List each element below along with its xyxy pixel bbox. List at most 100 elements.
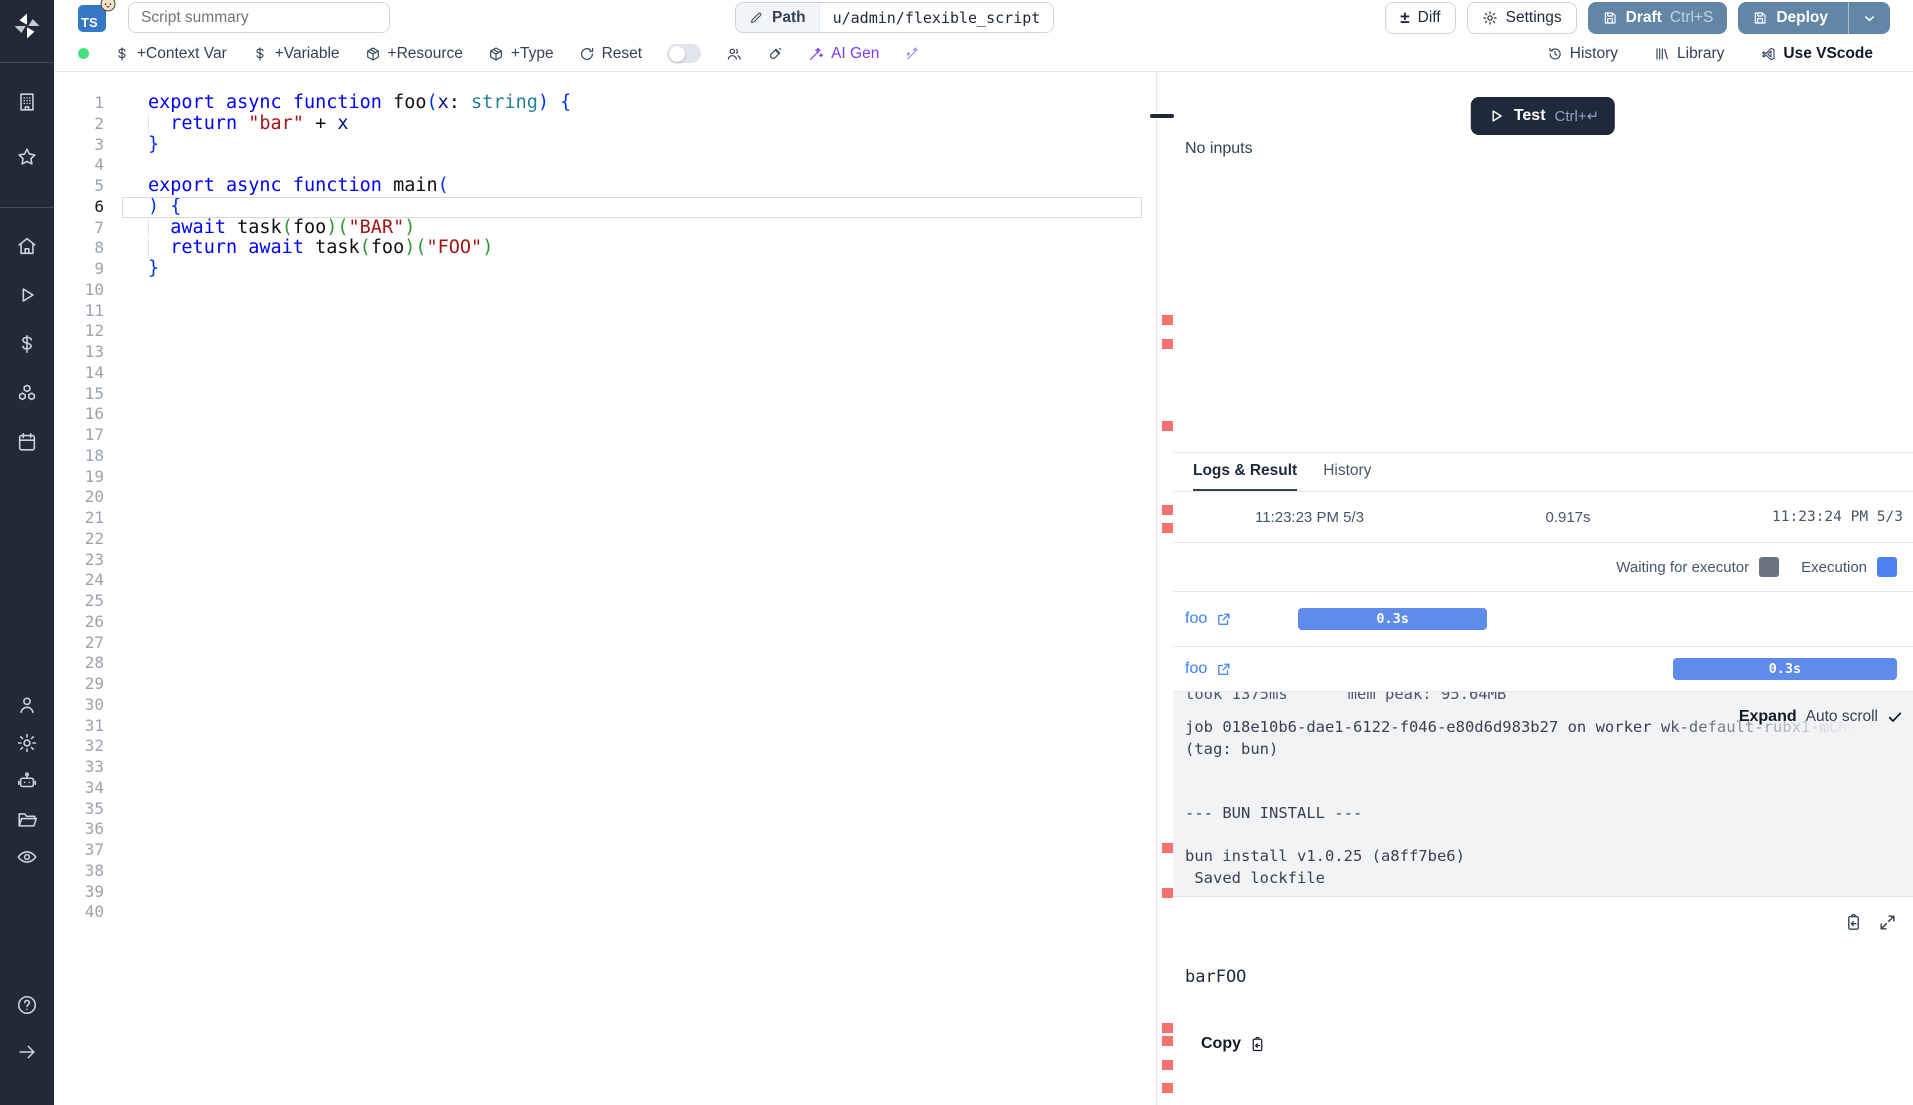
folder-icon	[16, 808, 38, 830]
code-line[interactable]	[122, 446, 1142, 467]
code-editor[interactable]: 1234567891011121314151617181920212223242…	[54, 72, 1156, 1105]
code-line[interactable]	[122, 384, 1142, 405]
code-line[interactable]	[122, 882, 1142, 903]
draft-button[interactable]: Draft Ctrl+S	[1588, 2, 1728, 34]
sidebar-item-collapse[interactable]	[0, 1038, 54, 1066]
windmill-logo-icon[interactable]	[0, 12, 54, 40]
code-line[interactable]	[122, 840, 1142, 861]
sidebar-item-schedules[interactable]	[0, 428, 54, 456]
sidebar-item-users[interactable]	[0, 691, 54, 719]
test-shortcut: Ctrl+↵	[1555, 107, 1600, 125]
add-context-var-button[interactable]: +Context Var	[114, 45, 227, 63]
execution-bar[interactable]: 0.3s	[1673, 658, 1897, 680]
code-line[interactable]	[122, 342, 1142, 363]
copy-result-icon[interactable]	[1844, 913, 1863, 932]
code-line[interactable]	[122, 508, 1142, 529]
editor-code-area[interactable]: export async function foo(x: string) { r…	[122, 93, 1142, 923]
add-resource-button[interactable]: +Resource	[365, 45, 463, 63]
sidebar-item-workers[interactable]	[0, 767, 54, 795]
settings-button[interactable]: Settings	[1467, 2, 1577, 34]
code-line[interactable]: }	[122, 135, 1142, 156]
code-line[interactable]: return "bar" + x	[122, 114, 1142, 135]
code-line[interactable]	[122, 861, 1142, 882]
code-line[interactable]: }	[122, 259, 1142, 280]
run-link-foo[interactable]: foo	[1173, 660, 1273, 678]
code-line[interactable]	[122, 612, 1142, 633]
add-type-button[interactable]: +Type	[488, 45, 554, 63]
history-button[interactable]: History	[1547, 45, 1618, 63]
use-vscode-button[interactable]: Use VScode	[1760, 45, 1873, 63]
sidebar-item-favorites[interactable]	[0, 143, 54, 171]
expand-result-icon[interactable]	[1878, 913, 1897, 932]
code-line[interactable]	[122, 425, 1142, 446]
code-token	[237, 237, 248, 258]
reset-label: Reset	[602, 45, 643, 63]
deploy-dropdown-button[interactable]	[1848, 2, 1890, 34]
copy-result-button[interactable]: Copy	[1201, 1035, 1266, 1053]
tab-logs-result[interactable]: Logs & Result	[1193, 453, 1297, 491]
code-line[interactable]	[122, 778, 1142, 799]
autoscroll-toggle[interactable]: Auto scroll	[1806, 708, 1878, 726]
diff-button[interactable]: ± Diff	[1385, 2, 1455, 34]
code-line[interactable]	[122, 404, 1142, 425]
code-line[interactable]	[122, 321, 1142, 342]
line-number: 1	[54, 93, 104, 114]
deploy-button[interactable]: Deploy	[1738, 2, 1890, 34]
code-line[interactable]	[122, 363, 1142, 384]
code-line[interactable]	[122, 591, 1142, 612]
script-summary-input[interactable]	[128, 2, 390, 33]
sidebar-item-audit-logs[interactable]	[0, 843, 54, 871]
sidebar-item-settings[interactable]	[0, 729, 54, 757]
code-line[interactable]	[122, 902, 1142, 923]
editor-overview-ruler[interactable]	[1156, 72, 1173, 1105]
sidebar-item-variables[interactable]	[0, 330, 54, 358]
add-variable-button[interactable]: +Variable	[252, 45, 340, 63]
code-line[interactable]	[122, 467, 1142, 488]
format-button[interactable]	[767, 46, 783, 62]
sidebar-item-folders[interactable]	[0, 805, 54, 833]
save-icon	[1752, 10, 1768, 26]
code-line[interactable]: ) {	[122, 197, 1142, 218]
code-line[interactable]	[122, 757, 1142, 778]
code-line[interactable]	[122, 487, 1142, 508]
code-line[interactable]: return await task(foo)("FOO")	[122, 238, 1142, 259]
code-line[interactable]	[122, 570, 1142, 591]
code-line[interactable]	[122, 301, 1142, 322]
tab-history[interactable]: History	[1323, 453, 1371, 491]
code-line[interactable]	[122, 155, 1142, 176]
code-line[interactable]	[122, 280, 1142, 301]
script-path-input[interactable]: u/admin/flexible_script	[819, 3, 1054, 32]
edit-path-button[interactable]: Path	[736, 3, 819, 32]
code-line[interactable]	[122, 736, 1142, 757]
run-link-foo[interactable]: foo	[1173, 610, 1273, 628]
ai-gen-button[interactable]: AI Gen	[808, 45, 879, 63]
sidebar-item-help[interactable]	[0, 991, 54, 1019]
code-line[interactable]: await task(foo)("BAR")	[122, 218, 1142, 239]
code-line[interactable]: export async function foo(x: string) {	[122, 93, 1142, 114]
code-line[interactable]	[122, 695, 1142, 716]
sidebar-item-home[interactable]	[0, 232, 54, 260]
panel-resize-handle[interactable]	[1150, 114, 1174, 118]
sidebar-item-resources[interactable]	[0, 379, 54, 407]
code-line[interactable]	[122, 716, 1142, 737]
ai-fix-button[interactable]	[904, 46, 920, 62]
code-line[interactable]	[122, 633, 1142, 654]
test-button[interactable]: Test Ctrl+↵	[1471, 97, 1615, 135]
code-line[interactable]	[122, 653, 1142, 674]
code-line[interactable]	[122, 529, 1142, 550]
code-line[interactable]	[122, 799, 1142, 820]
gear-icon	[1482, 10, 1498, 26]
diff-mode-toggle[interactable]	[667, 44, 701, 63]
sidebar-item-workspace[interactable]	[0, 88, 54, 116]
reset-button[interactable]: Reset	[579, 45, 643, 63]
expand-logs-button[interactable]: Expand	[1739, 708, 1797, 726]
execution-bar[interactable]: 0.3s	[1298, 608, 1487, 630]
logs-section[interactable]: took 1375ms mem peak: 95.64MB Expand Aut…	[1173, 692, 1913, 897]
code-line[interactable]	[122, 550, 1142, 571]
sidebar-item-runs[interactable]	[0, 281, 54, 309]
code-line[interactable]	[122, 674, 1142, 695]
library-button[interactable]: Library	[1654, 45, 1724, 63]
multiplayer-button[interactable]	[726, 46, 742, 62]
code-line[interactable]	[122, 819, 1142, 840]
code-line[interactable]: export async function main(	[122, 176, 1142, 197]
